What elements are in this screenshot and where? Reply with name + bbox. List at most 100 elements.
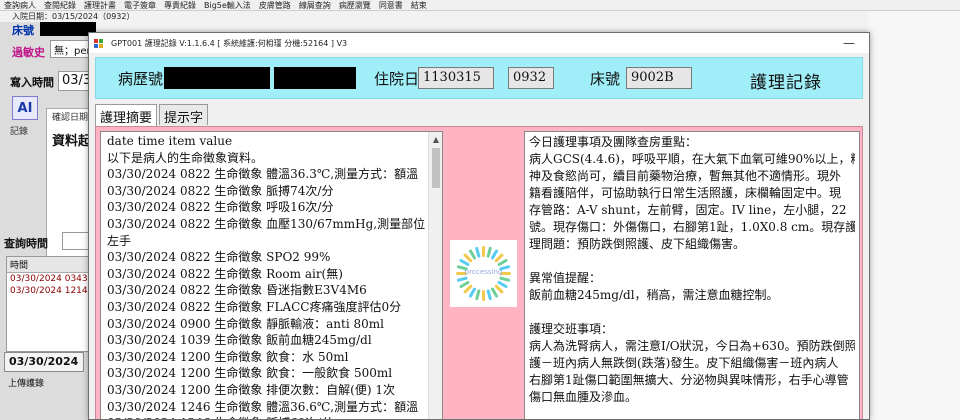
bg-bed-label: 床號	[12, 24, 34, 37]
bg-time-header: 時間	[7, 257, 95, 273]
vitals-header: date time item value	[107, 134, 233, 148]
tab-bar: 護理摘要 提示字	[95, 104, 210, 126]
vitals-row: 03/30/2024 0822 生命徵象 SPO2 99%	[107, 250, 331, 265]
vitals-row: 03/30/2024 0822 生命徵象 FLACC疼痛強度評估0分	[107, 299, 402, 314]
vitals-text: date time item value 以下是病人的生命徵象資料。 03/30…	[101, 132, 429, 419]
menu-item[interactable]: 線屑查詢	[295, 0, 335, 10]
menu-item[interactable]: 同意書	[375, 0, 407, 10]
bg-time-list[interactable]: 時間 03/30/2024 0343 03/30/2024 1214	[6, 256, 96, 352]
chart-no-field	[164, 67, 270, 89]
bed-field: 9002B	[626, 67, 692, 89]
spinner-label: processing	[464, 268, 503, 276]
vitals-row: 03/30/2024 0822 生命徵象 呼吸16次/分	[107, 200, 334, 215]
bg-time-row[interactable]: 03/30/2024 1214	[7, 285, 95, 297]
spinner-tick	[486, 289, 492, 301]
menu-item[interactable]: 皮膚管路	[255, 0, 295, 10]
bg-time-row[interactable]: 03/30/2024 0343	[7, 273, 95, 285]
app-icon	[93, 37, 105, 49]
menu-item[interactable]: 病歷瀏覽	[335, 0, 375, 10]
scroll-thumb[interactable]	[432, 148, 440, 188]
spinner-tick	[497, 259, 508, 266]
vitals-scrollbar[interactable]: ▲	[428, 132, 442, 419]
menu-item[interactable]: 查閱紀錄	[40, 0, 80, 10]
spinner-tick	[463, 284, 473, 294]
chart-no-label: 病歷號	[118, 70, 164, 88]
spinner-tick	[459, 259, 470, 266]
vitals-row: 03/30/2024 1246 生命徵象 體溫36.6℃,測量方式：額溫	[107, 399, 419, 414]
vitals-row: 03/30/2024 0822 生命徵象 體溫36.3℃,測量方式：額溫	[107, 167, 419, 182]
processing-spinner: processing	[450, 240, 517, 307]
spinner-tick	[469, 249, 476, 260]
bg-record-label: 記錄	[10, 127, 29, 137]
menu-item[interactable]: 護理計畫	[80, 0, 120, 10]
vitals-row: 03/30/2024 0822 生命徵象 血壓130/67mmHg,測量部位：	[107, 216, 426, 231]
vitals-intro: 以下是病人的生命徵象資料。	[107, 150, 264, 165]
menu-item[interactable]: Big5e輸入法	[200, 0, 255, 10]
summary-blank-line	[529, 406, 855, 419]
summary-textbox[interactable]: 今日護理事項及團隊查房重點： 病人GCS(4.4.6)，呼吸平順，在大氣下血氧可維…	[524, 131, 860, 419]
spinner-tick	[491, 249, 498, 260]
summary-line: 異常值提醒：	[529, 271, 602, 285]
bg-date-box: 03/30/2024	[4, 352, 84, 372]
vitals-textbox[interactable]: date time item value 以下是病人的生命徵象資料。 03/30…	[100, 131, 443, 419]
summary-line: 傷口無血腫及滲血。	[529, 390, 638, 404]
dialog-titlebar[interactable]: GPT001 護理記錄 V:1.1.6.4 [ 系統維護:何枏瑾 分機:5216…	[89, 33, 869, 53]
vitals-row: 03/30/2024 0822 生命徵象 昏迷指數E3V4M6	[107, 283, 367, 298]
record-title: 護理記錄	[750, 73, 822, 93]
summary-line: 飯前血糖245mg/dl，稍高，需注意血糖控制。	[529, 288, 779, 302]
screen: 查詢病人 查閱紀錄 護理計畫 電子簽章 專責紀錄 Big5e輸入法 皮膚管路 線屑查詢 病歷瀏覽…	[0, 0, 960, 420]
summary-line: 理問題：預防跌倒照護、皮下組織傷害。	[529, 237, 746, 251]
admit-date-field: 1130315	[418, 67, 494, 89]
spinner-tick	[486, 246, 492, 258]
ai-button[interactable]: AI	[12, 96, 38, 120]
bed-label: 床號	[590, 70, 621, 88]
menu-item[interactable]: 查詢病人	[0, 0, 40, 10]
vitals-row: 03/30/2024 1200 生命徵象 排便次數：自解(便) 1次	[107, 382, 395, 397]
dialog-title: GPT001 護理記錄 V:1.1.6.4 [ 系統維護:何枏瑾 分機:5216…	[111, 38, 348, 48]
vitals-row: 03/30/2024 1246 生命徵象 脈搏69次/分	[107, 415, 426, 419]
vitals-row: 03/30/2024 1200 生命徵象 飲食：水 50ml	[107, 349, 349, 364]
minimize-button[interactable]: —	[839, 36, 859, 50]
summary-line: 存管路：A-V shunt，左前臂，固定。IV line，左小腿，22	[529, 203, 847, 217]
patient-name-field	[274, 67, 356, 89]
tab-nursing-summary[interactable]: 護理摘要	[95, 104, 158, 126]
vitals-row: 左手	[107, 233, 132, 248]
summary-content-area: date time item value 以下是病人的生命徵象資料。 03/30…	[95, 126, 863, 419]
spinner-tick	[459, 281, 470, 288]
spinner-tick	[491, 287, 498, 298]
bg-query-time-label: 查詢時間	[4, 237, 48, 250]
summary-line: 神及食慾尚可，續目前藥物治療，暫無其他不適情形。現外	[529, 169, 842, 183]
admit-time-field: 0932	[508, 67, 554, 89]
nursing-record-dialog: GPT001 護理記錄 V:1.1.6.4 [ 系統維護:何枏瑾 分機:5216…	[88, 32, 870, 420]
spinner-tick	[456, 276, 468, 282]
menu-item[interactable]: 結束	[407, 0, 431, 10]
bg-upload-button[interactable]: 上傳護錄	[8, 376, 44, 389]
menu-item[interactable]: 電子簽章	[120, 0, 160, 10]
summary-line: 號。現存傷口：外傷傷口，右腳第1趾，1.0X0.8 cm。現存護	[529, 220, 855, 234]
bg-write-time-label: 寫入時間	[10, 76, 54, 89]
vitals-row: 03/30/2024 0822 生命徵象 Room air(無)	[107, 266, 343, 281]
spinner-tick	[463, 253, 473, 263]
vitals-row: 03/30/2024 0822 生命徵象 脈搏74次/分	[107, 183, 334, 198]
patient-header: 病歷號 住院日 1130315 0932 床號 9002B 護理記錄	[95, 57, 863, 99]
spinner-tick	[494, 284, 504, 294]
vitals-row: 03/30/2024 1039 生命徵象 飯前血糖245mg/dl	[107, 333, 372, 348]
menu-item[interactable]: 專責紀錄	[160, 0, 200, 10]
summary-line: 病人GCS(4.4.6)，呼吸平順，在大氣下血氧可維90%以上，精	[529, 152, 855, 166]
vitals-row: 03/30/2024 1200 生命徵象 飲食：一般飲食 500ml	[107, 366, 393, 381]
spinner-tick	[499, 276, 511, 282]
admit-date-label: 住院日	[374, 70, 420, 88]
summary-line: 病人為洗腎病人，需注意I/O狀況，今日為+630。預防跌倒照	[529, 339, 855, 353]
scroll-up-arrow-icon[interactable]: ▲	[429, 132, 442, 146]
spinner-tick	[475, 289, 481, 301]
summary-line: 護理交班事項：	[529, 322, 614, 336]
bg-confirm-label: 確認日期	[52, 113, 89, 123]
background-right-strip	[868, 11, 960, 420]
bg-data-label: 資料起	[52, 134, 92, 149]
summary-line: 籍看護陪伴，可協助執行日常生活照護，床欄輪固定中。現	[529, 186, 842, 200]
tab-hint-words[interactable]: 提示字	[159, 104, 209, 126]
spinner-tick	[497, 281, 508, 288]
bg-allergy-label: 過敏史	[12, 46, 45, 59]
spinner-tick	[469, 287, 476, 298]
summary-line: 護－班內病人無跌倒(跌落)發生。皮下組織傷害－班內病人	[529, 356, 839, 370]
